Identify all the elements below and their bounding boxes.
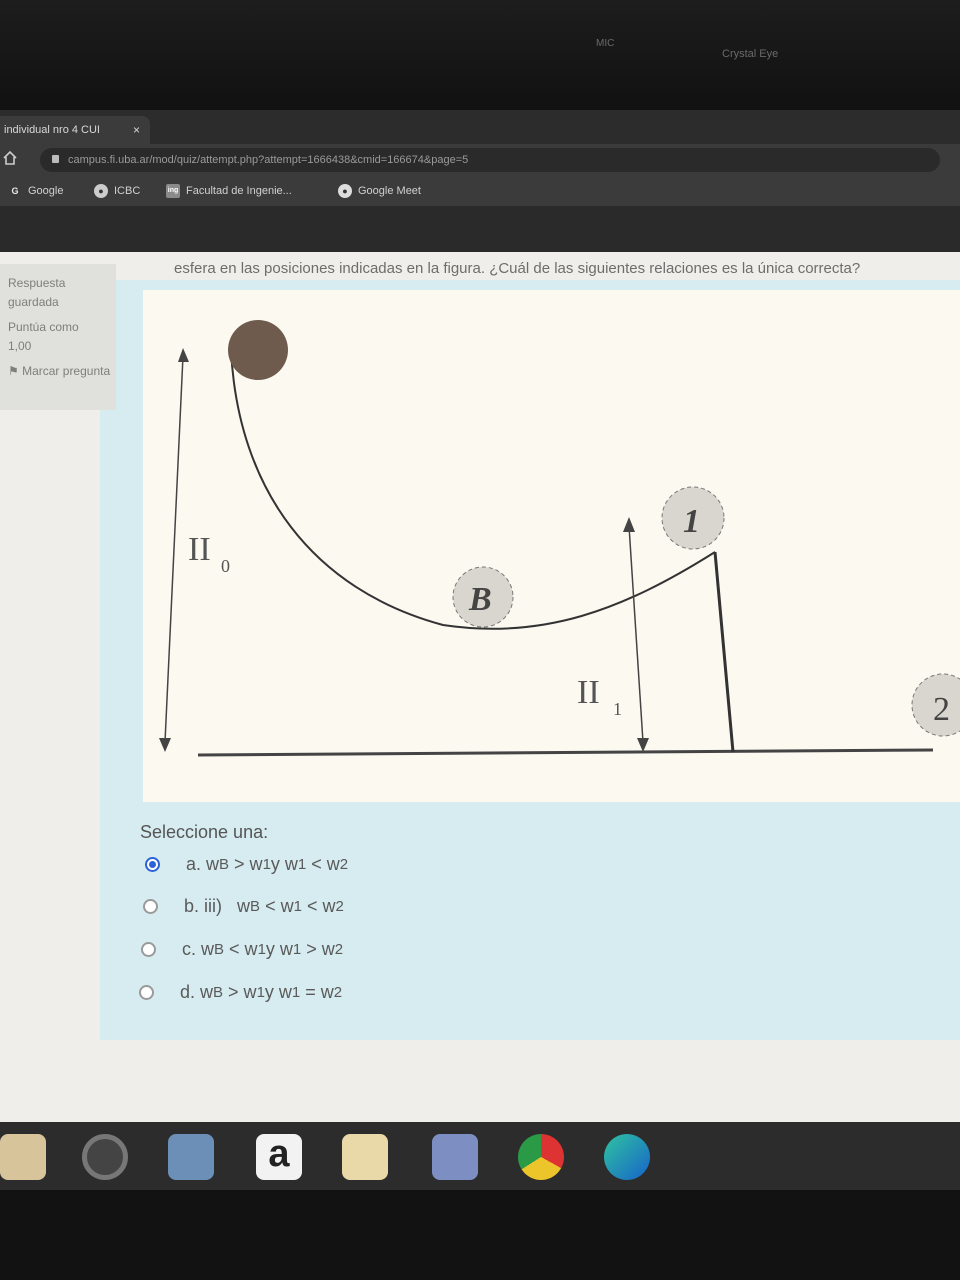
radio-b[interactable] bbox=[143, 899, 158, 914]
sphere-start bbox=[228, 320, 288, 380]
ground-line bbox=[197, 748, 934, 757]
url-field[interactable]: campus.fi.uba.ar/mod/quiz/attempt.php?at… bbox=[40, 148, 940, 172]
bezel-brand: Crystal Eye bbox=[722, 48, 779, 60]
status-text: Respuesta guardada bbox=[8, 276, 66, 309]
bookmark-label: Google bbox=[28, 185, 64, 197]
media-icon[interactable] bbox=[432, 1134, 478, 1180]
score-text: Puntúa como 1,00 bbox=[8, 320, 79, 353]
h0-label: II bbox=[188, 531, 211, 568]
amazon-icon[interactable]: a bbox=[256, 1134, 302, 1180]
screen: individual nro 4 CUI × campus.fi.uba.ar/… bbox=[0, 110, 960, 1190]
fiuba-icon: ing bbox=[166, 184, 180, 198]
physics-figure: II 0 II 1 B 1 2 bbox=[143, 290, 960, 802]
bookmark-google[interactable]: G Google bbox=[8, 184, 63, 198]
bookmarks-bar: G Google ● ICBC ing Facultad de Ingenie... … bbox=[0, 176, 960, 206]
speaker-icon[interactable] bbox=[82, 1134, 128, 1180]
option-b[interactable]: b. iii) wB < w1 < w2 bbox=[143, 896, 344, 917]
ball-b-label: B bbox=[468, 581, 492, 618]
radio-c[interactable] bbox=[141, 942, 156, 957]
tab-title: individual nro 4 CUI bbox=[4, 124, 100, 136]
answer-section: Seleccione una: bbox=[140, 822, 268, 843]
edge-icon[interactable] bbox=[604, 1134, 650, 1180]
monitor-bottom-bezel bbox=[0, 1190, 960, 1280]
option-c[interactable]: c. wB < w1 y w1 > w2 bbox=[141, 939, 343, 960]
option-a[interactable]: a. wB > w1 y w1 < w2 bbox=[145, 854, 348, 875]
bezel-mic-label: MIC bbox=[596, 38, 615, 49]
radio-d[interactable] bbox=[139, 985, 154, 1000]
icbc-icon: ● bbox=[94, 184, 108, 198]
arrow-down-icon bbox=[637, 738, 649, 752]
question-info: Respuesta guardada Puntúa como 1,00 ⚑ Ma… bbox=[0, 264, 116, 410]
bookmark-label: Google Meet bbox=[358, 185, 421, 197]
bookmark-meet[interactable]: ● Google Meet bbox=[338, 184, 421, 198]
h1-arrow-line bbox=[628, 525, 644, 743]
radio-a[interactable] bbox=[145, 857, 160, 872]
quiz-page: Respuesta guardada Puntúa como 1,00 ⚑ Ma… bbox=[0, 252, 960, 1190]
url-text: campus.fi.uba.ar/mod/quiz/attempt.php?at… bbox=[68, 154, 469, 166]
track-drop bbox=[713, 551, 735, 753]
select-one-label: Seleccione una: bbox=[140, 822, 269, 842]
lock-icon bbox=[52, 155, 59, 163]
track-diagram: II 0 II 1 B 1 2 bbox=[159, 320, 960, 757]
address-bar: campus.fi.uba.ar/mod/quiz/attempt.php?at… bbox=[0, 144, 960, 176]
tab-quiz[interactable]: individual nro 4 CUI × bbox=[0, 116, 150, 144]
flag-question-link[interactable]: ⚑ Marcar pregunta bbox=[8, 362, 116, 381]
bookmark-fiuba[interactable]: ing Facultad de Ingenie... bbox=[166, 184, 292, 198]
h0-arrow-line bbox=[164, 355, 184, 743]
h0-subscript: 0 bbox=[221, 556, 230, 576]
bookmark-label: ICBC bbox=[114, 185, 141, 197]
home-icon[interactable] bbox=[2, 150, 18, 166]
h1-label: II bbox=[577, 674, 600, 711]
arrow-down-icon bbox=[159, 738, 171, 752]
arrow-up-icon bbox=[623, 517, 635, 532]
ball-2-label: 2 bbox=[933, 691, 950, 728]
flag-icon: ⚑ bbox=[8, 364, 23, 378]
taskbar: a bbox=[0, 1122, 960, 1190]
meet-icon: ● bbox=[338, 184, 352, 198]
ball-1-label: 1 bbox=[683, 503, 700, 540]
monitor-bezel: MIC Crystal Eye bbox=[0, 0, 960, 110]
tab-bar: individual nro 4 CUI × bbox=[0, 110, 960, 144]
chrome-icon[interactable] bbox=[518, 1134, 564, 1180]
close-icon[interactable]: × bbox=[133, 116, 140, 144]
option-d[interactable]: d. wB > w1 y w1 = w2 bbox=[139, 982, 342, 1003]
mail-icon[interactable] bbox=[342, 1134, 388, 1180]
bookmark-label: Facultad de Ingenie... bbox=[186, 185, 292, 197]
doc-icon[interactable] bbox=[168, 1134, 214, 1180]
google-icon: G bbox=[11, 186, 19, 196]
h1-subscript: 1 bbox=[613, 699, 622, 719]
settings-icon[interactable] bbox=[0, 1134, 46, 1180]
arrow-up-icon bbox=[178, 348, 189, 362]
bookmark-icbc[interactable]: ● ICBC bbox=[94, 184, 140, 198]
question-text: esfera en las posiciones indicadas en la… bbox=[174, 260, 861, 277]
